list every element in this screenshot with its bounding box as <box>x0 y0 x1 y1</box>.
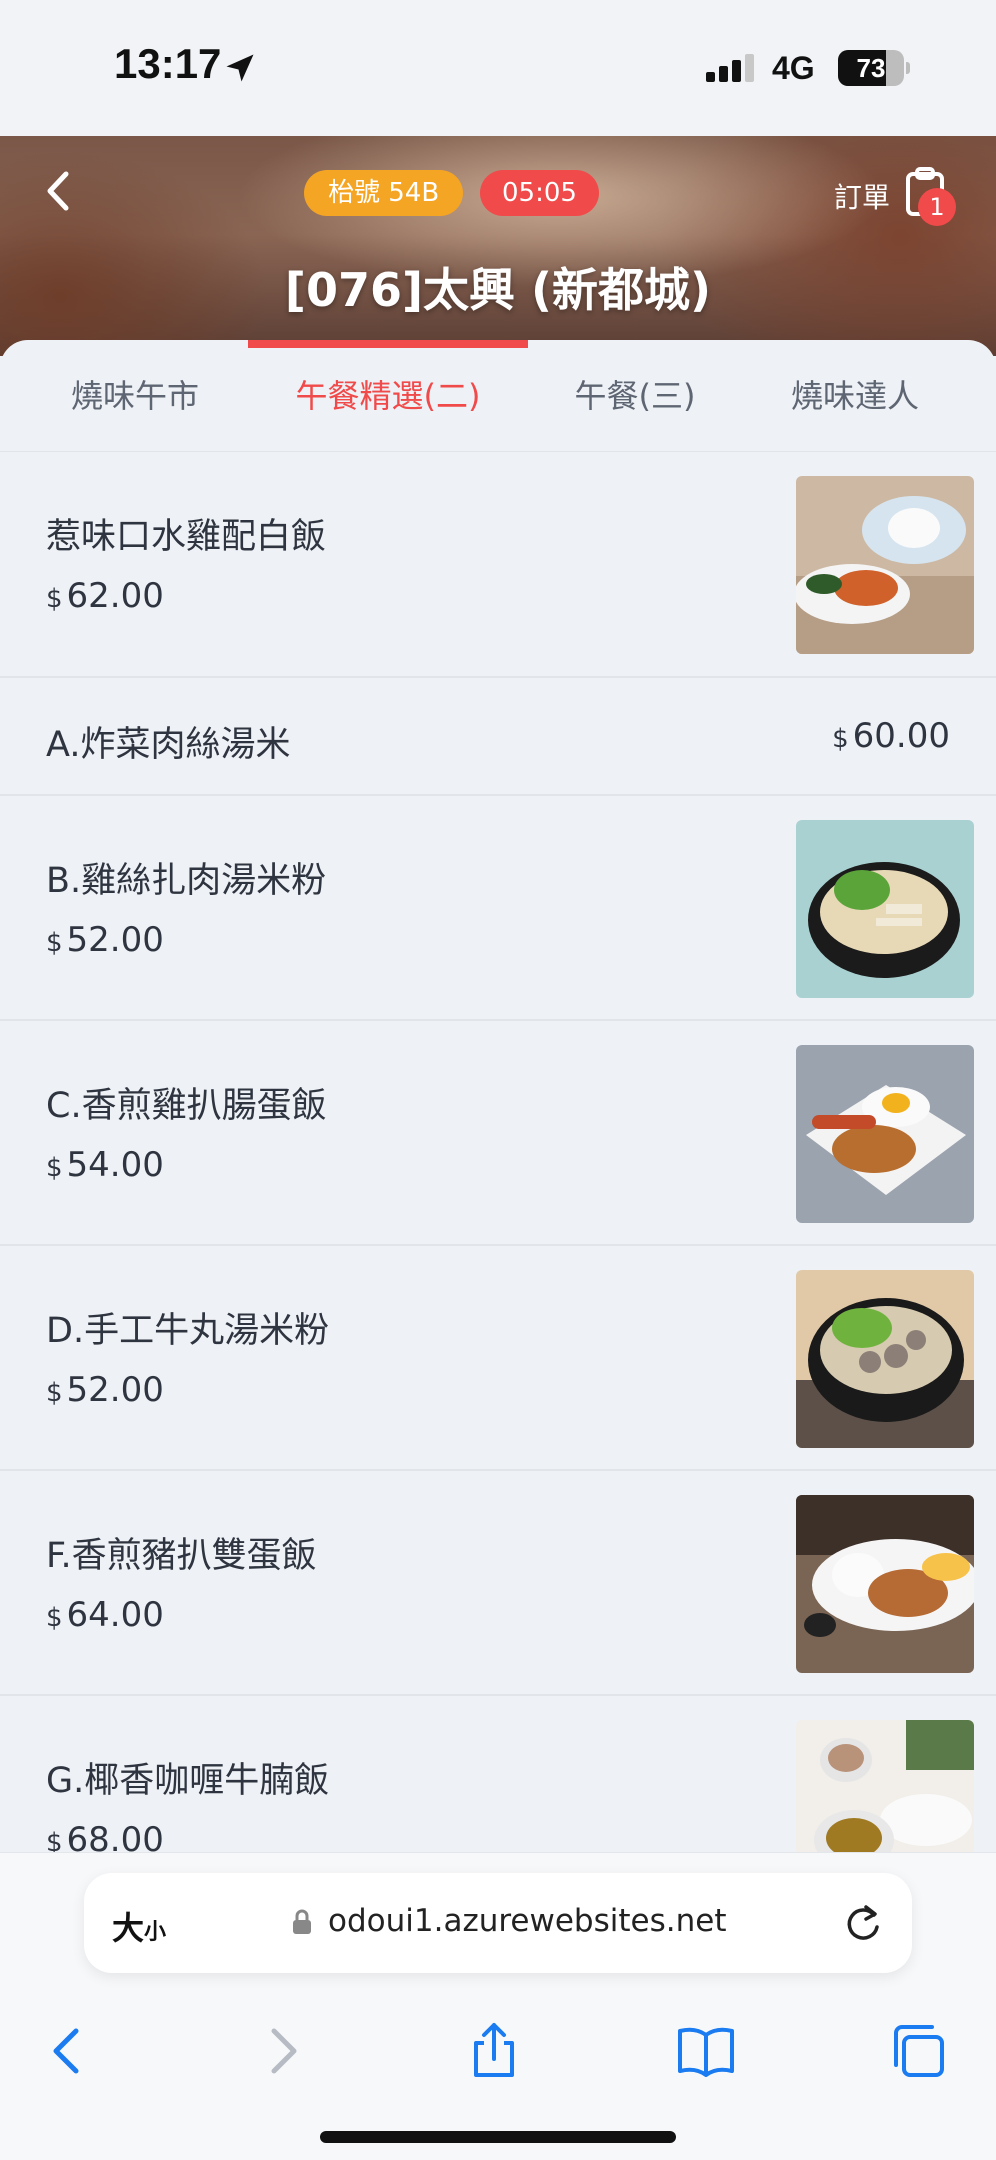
menu-item[interactable]: A.炸菜肉絲湯米 $60.00 <box>0 678 996 796</box>
food-photo[interactable] <box>796 1495 974 1673</box>
item-name: A.炸菜肉絲湯米 <box>46 725 291 765</box>
item-price: $52.00 <box>46 920 164 960</box>
item-price: $68.00 <box>46 1820 164 1852</box>
share-icon[interactable] <box>464 2021 524 2081</box>
tab-lunch-3[interactable]: 午餐(三) <box>540 340 730 452</box>
menu-item[interactable]: C.香煎雞扒腸蛋飯 $54.00 <box>0 1021 996 1246</box>
food-photo[interactable] <box>796 1270 974 1448</box>
item-name: C.香煎雞扒腸蛋飯 <box>46 1086 327 1126</box>
menu-list: 惹味口水雞配白飯 $62.00 A.炸菜肉絲湯米 $60.00 B.雞絲扎肉湯米… <box>0 452 996 1852</box>
battery-icon: 73 <box>838 50 910 86</box>
order-count-badge: 1 <box>918 188 956 226</box>
tab-bbq-master[interactable]: 燒味達人 <box>760 340 950 452</box>
item-price: $62.00 <box>46 576 164 616</box>
text-size-button[interactable]: 大小 <box>112 1903 166 1949</box>
lock-icon <box>293 1909 311 1934</box>
battery-percent: 73 <box>856 53 886 83</box>
menu-item[interactable]: G.椰香咖喱牛腩飯 $68.00 <box>0 1696 996 1852</box>
browser-back-icon[interactable] <box>38 2021 98 2081</box>
bookmarks-icon[interactable] <box>676 2021 736 2081</box>
menu-item[interactable]: D.手工牛丸湯米粉 $52.00 <box>0 1246 996 1471</box>
table-number-badge: 枱號 54B <box>304 170 464 216</box>
food-photo[interactable] <box>796 1720 974 1852</box>
food-photo[interactable] <box>796 1045 974 1223</box>
item-price: $64.00 <box>46 1595 164 1635</box>
order-label[interactable]: 訂單 <box>834 176 890 216</box>
food-photo[interactable] <box>796 476 974 654</box>
browser-toolbar: 大小 odoui1.azurewebsites.net <box>0 1852 996 2160</box>
tabs-icon[interactable] <box>888 2021 948 2081</box>
tab-lunch-selection-2[interactable]: 午餐精選(二) <box>270 340 506 452</box>
store-header: 枱號 54B 05:05 訂單 1 [076]太興 (新都城) <box>0 136 996 356</box>
item-price: $54.00 <box>46 1145 164 1185</box>
category-tabs: 燒味午市 午餐精選(二) 午餐(三) 燒味達人 <box>0 340 996 452</box>
back-chevron-icon[interactable] <box>38 166 78 216</box>
network-type: 4G <box>772 50 815 86</box>
cellular-signal-icon <box>706 54 754 82</box>
home-indicator <box>320 2131 676 2143</box>
food-photo[interactable] <box>796 820 974 998</box>
item-name: B.雞絲扎肉湯米粉 <box>46 861 327 901</box>
item-name: D.手工牛丸湯米粉 <box>46 1311 330 1351</box>
address-bar[interactable]: 大小 odoui1.azurewebsites.net <box>84 1873 912 1973</box>
item-price: $52.00 <box>46 1370 164 1410</box>
item-name: F.香煎豬扒雙蛋飯 <box>46 1536 317 1576</box>
timer-badge: 05:05 <box>480 170 599 216</box>
store-title: [076]太興 (新都城) <box>284 263 712 317</box>
item-name: G.椰香咖喱牛腩飯 <box>46 1761 330 1801</box>
reload-icon[interactable] <box>842 1901 884 1945</box>
menu-item[interactable]: B.雞絲扎肉湯米粉 $52.00 <box>0 796 996 1021</box>
status-bar: 13:17 4G 73 <box>0 0 996 136</box>
menu-item[interactable]: F.香煎豬扒雙蛋飯 $64.00 <box>0 1471 996 1696</box>
url-text: odoui1.azurewebsites.net <box>328 1903 727 1939</box>
status-time: 13:17 <box>114 40 222 87</box>
location-arrow-icon <box>226 54 254 82</box>
tab-lunch-bbq[interactable]: 燒味午市 <box>40 340 230 452</box>
browser-forward-icon[interactable] <box>252 2021 312 2081</box>
item-price: $60.00 <box>832 716 950 756</box>
menu-item[interactable]: 惹味口水雞配白飯 $62.00 <box>0 452 996 678</box>
item-name: 惹味口水雞配白飯 <box>46 517 327 557</box>
